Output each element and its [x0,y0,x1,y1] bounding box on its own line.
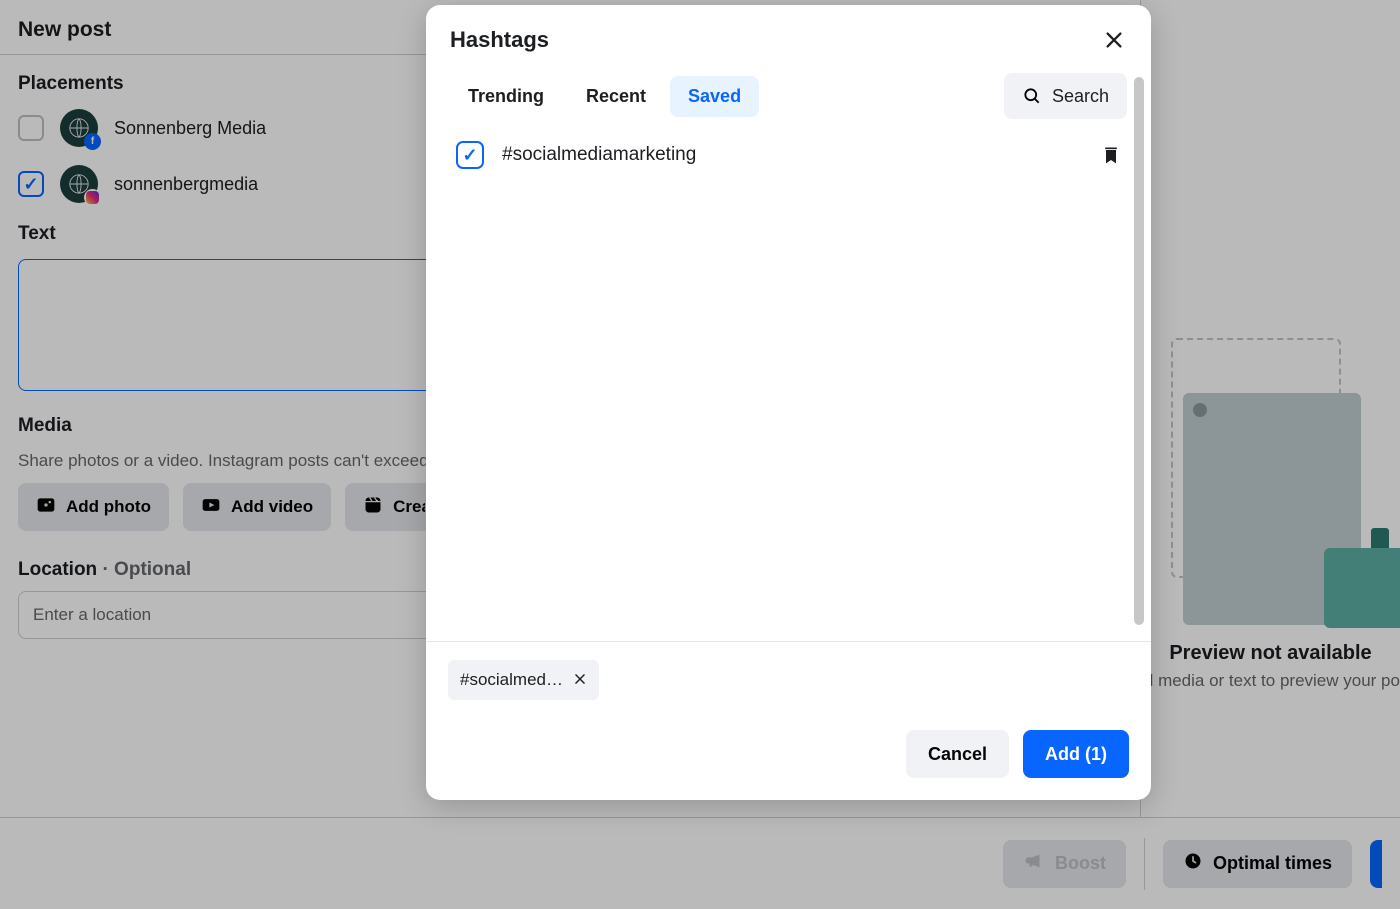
tab-trending[interactable]: Trending [450,76,562,117]
hashtags-modal: Hashtags Trending Recent Saved Search #s… [426,5,1151,800]
search-icon [1022,86,1042,106]
search-label: Search [1052,86,1109,107]
hashtag-list: #socialmediamarketing [426,129,1151,641]
modal-footer: #socialmed… Cancel Add (1) [426,641,1151,800]
hashtag-text: #socialmediamarketing [502,144,1083,166]
tab-recent[interactable]: Recent [568,76,664,117]
modal-title: Hashtags [450,27,549,53]
bookmark-icon[interactable] [1101,144,1121,166]
search-button[interactable]: Search [1004,73,1127,119]
tab-row: Trending Recent Saved Search [426,67,1151,129]
chip-remove-button[interactable] [573,670,587,691]
selected-hashtag-chip: #socialmed… [448,660,599,700]
hashtag-checkbox[interactable] [456,141,484,169]
close-icon [1103,29,1125,51]
hashtag-item[interactable]: #socialmediamarketing [456,135,1121,175]
tab-saved[interactable]: Saved [670,76,759,117]
close-icon [573,672,587,686]
cancel-button[interactable]: Cancel [906,730,1009,778]
add-button[interactable]: Add (1) [1023,730,1129,778]
scrollbar[interactable] [1134,77,1144,625]
chip-label: #socialmed… [460,670,563,690]
close-button[interactable] [1101,27,1127,53]
